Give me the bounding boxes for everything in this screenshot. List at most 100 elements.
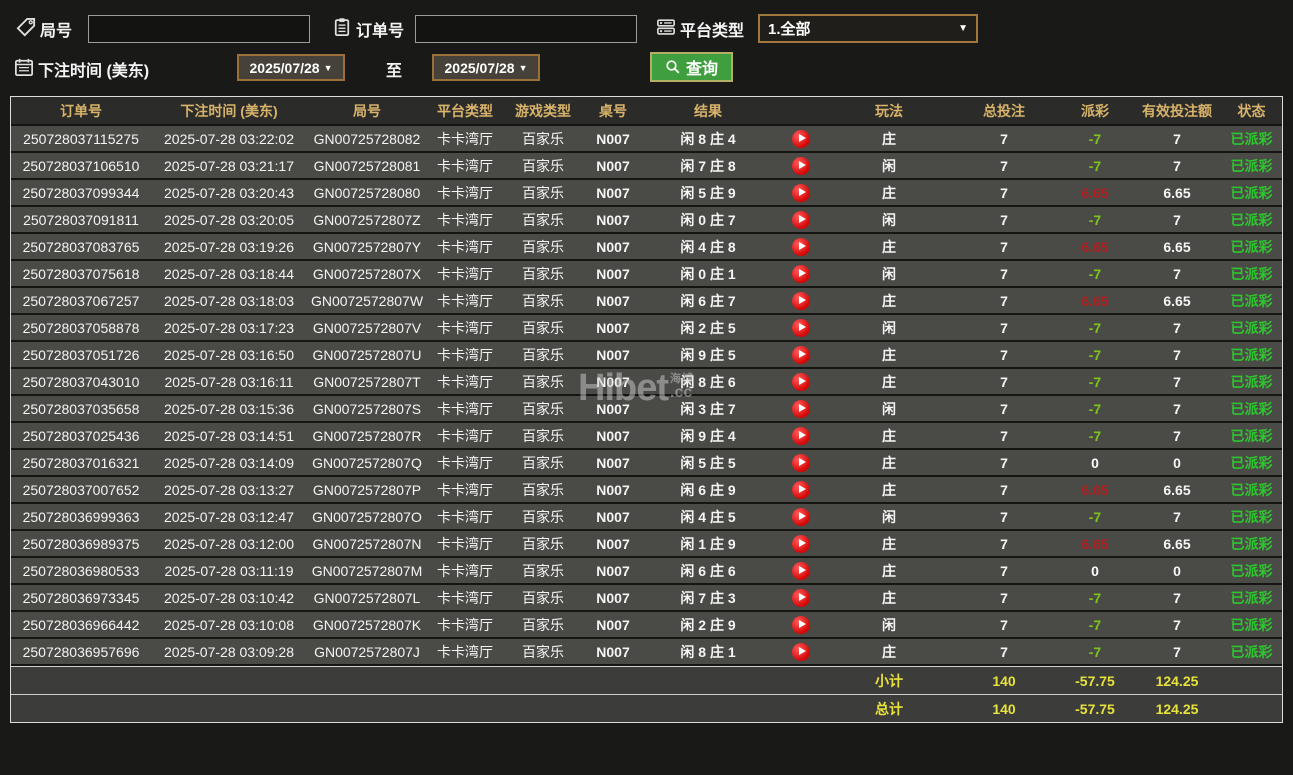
cell-bet-time: 2025-07-28 03:20:43 xyxy=(151,185,307,201)
cell-total-bet: 7 xyxy=(949,131,1059,147)
play-video-icon[interactable] xyxy=(792,508,810,526)
table-row: 2507280370517262025-07-28 03:16:50GN0072… xyxy=(11,342,1282,369)
cell-game-type: 百家乐 xyxy=(503,210,583,230)
column-header: 桌号 xyxy=(583,101,643,121)
play-video-icon[interactable] xyxy=(792,346,810,364)
cell-valid-bet: 6.65 xyxy=(1131,185,1223,201)
search-button-label: 查询 xyxy=(686,55,718,79)
cell-valid-bet: 7 xyxy=(1131,509,1223,525)
play-video-icon[interactable] xyxy=(792,292,810,310)
cell-table-no: N007 xyxy=(583,644,643,660)
play-video-icon[interactable] xyxy=(792,481,810,499)
platform-type-label: 平台类型 xyxy=(680,17,744,41)
cell-round-no: GN0072572807N xyxy=(307,536,427,552)
cell-play-type: 庄 xyxy=(829,183,949,203)
cell-order-no: 250728037115275 xyxy=(11,131,151,147)
cell-valid-bet: 7 xyxy=(1131,266,1223,282)
total-valid-bet: 124.25 xyxy=(1131,701,1223,717)
cell-bet-time: 2025-07-28 03:16:11 xyxy=(151,374,307,390)
cell-order-no: 250728036980533 xyxy=(11,563,151,579)
cell-play-type: 庄 xyxy=(829,291,949,311)
cell-order-no: 250728037058878 xyxy=(11,320,151,336)
cell-table-no: N007 xyxy=(583,158,643,174)
clipboard-icon xyxy=(332,17,352,37)
date-to-picker[interactable]: 2025/07/28 ▼ xyxy=(432,54,540,81)
play-video-icon[interactable] xyxy=(792,400,810,418)
cell-valid-bet: 7 xyxy=(1131,590,1223,606)
play-video-icon[interactable] xyxy=(792,535,810,553)
order-no-input[interactable] xyxy=(415,15,637,43)
cell-total-bet: 7 xyxy=(949,401,1059,417)
cell-bet-time: 2025-07-28 03:15:36 xyxy=(151,401,307,417)
play-video-icon[interactable] xyxy=(792,562,810,580)
table-row: 2507280371152752025-07-28 03:22:02GN0072… xyxy=(11,126,1282,153)
cell-total-bet: 7 xyxy=(949,536,1059,552)
cell-order-no: 250728037083765 xyxy=(11,239,151,255)
play-video-icon[interactable] xyxy=(792,454,810,472)
cell-order-no: 250728036966442 xyxy=(11,617,151,633)
cell-bet-time: 2025-07-28 03:10:08 xyxy=(151,617,307,633)
cell-play-type: 闲 xyxy=(829,507,949,527)
cell-game-type: 百家乐 xyxy=(503,588,583,608)
cell-status: 已派彩 xyxy=(1223,561,1280,581)
play-video-icon[interactable] xyxy=(792,265,810,283)
cell-status: 已派彩 xyxy=(1223,588,1280,608)
cell-order-no: 250728037091811 xyxy=(11,212,151,228)
bet-time-label: 下注时间 (美东) xyxy=(38,57,149,81)
cell-platform: 卡卡湾厅 xyxy=(427,183,503,203)
cell-table-no: N007 xyxy=(583,266,643,282)
cell-status: 已派彩 xyxy=(1223,183,1280,203)
cell-table-no: N007 xyxy=(583,617,643,633)
play-video-icon[interactable] xyxy=(792,184,810,202)
column-header: 游戏类型 xyxy=(503,101,583,121)
cell-table-no: N007 xyxy=(583,563,643,579)
play-cell xyxy=(773,157,829,175)
total-label: 总计 xyxy=(829,699,949,719)
search-button[interactable]: 查询 xyxy=(650,52,733,82)
cell-bet-time: 2025-07-28 03:22:02 xyxy=(151,131,307,147)
cell-round-no: GN00725728081 xyxy=(307,158,427,174)
cell-game-type: 百家乐 xyxy=(503,561,583,581)
cell-payout: 6.65 xyxy=(1059,239,1131,255)
play-video-icon[interactable] xyxy=(792,616,810,634)
cell-payout: -7 xyxy=(1059,509,1131,525)
cell-valid-bet: 7 xyxy=(1131,212,1223,228)
play-video-icon[interactable] xyxy=(792,589,810,607)
play-video-icon[interactable] xyxy=(792,427,810,445)
cell-platform: 卡卡湾厅 xyxy=(427,210,503,230)
play-video-icon[interactable] xyxy=(792,130,810,148)
cell-play-type: 庄 xyxy=(829,453,949,473)
platform-type-select[interactable]: 1.全部 ▼ xyxy=(758,14,978,43)
cell-valid-bet: 6.65 xyxy=(1131,239,1223,255)
cell-valid-bet: 6.65 xyxy=(1131,293,1223,309)
platform-icon xyxy=(656,17,676,37)
play-video-icon[interactable] xyxy=(792,373,810,391)
play-cell xyxy=(773,589,829,607)
date-to-separator: 至 xyxy=(386,57,402,81)
play-video-icon[interactable] xyxy=(792,211,810,229)
cell-payout: -7 xyxy=(1059,644,1131,660)
play-video-icon[interactable] xyxy=(792,238,810,256)
cell-valid-bet: 0 xyxy=(1131,563,1223,579)
cell-result: 闲 6 庄 6 xyxy=(643,561,773,581)
play-video-icon[interactable] xyxy=(792,319,810,337)
cell-table-no: N007 xyxy=(583,455,643,471)
date-from-picker[interactable]: 2025/07/28 ▼ xyxy=(237,54,345,81)
cell-valid-bet: 7 xyxy=(1131,320,1223,336)
round-no-input[interactable] xyxy=(88,15,310,43)
cell-play-type: 闲 xyxy=(829,210,949,230)
calendar-icon xyxy=(14,57,34,77)
subtotal-valid-bet: 124.25 xyxy=(1131,673,1223,689)
cell-status: 已派彩 xyxy=(1223,480,1280,500)
play-video-icon[interactable] xyxy=(792,157,810,175)
table-row: 2507280370076522025-07-28 03:13:27GN0072… xyxy=(11,477,1282,504)
cell-status: 已派彩 xyxy=(1223,615,1280,635)
play-video-icon[interactable] xyxy=(792,643,810,661)
play-cell xyxy=(773,643,829,661)
cell-table-no: N007 xyxy=(583,212,643,228)
cell-play-type: 闲 xyxy=(829,399,949,419)
cell-result: 闲 5 庄 9 xyxy=(643,183,773,203)
cell-round-no: GN0072572807Y xyxy=(307,239,427,255)
date-to-value: 2025/07/28 xyxy=(445,60,515,76)
play-cell xyxy=(773,211,829,229)
